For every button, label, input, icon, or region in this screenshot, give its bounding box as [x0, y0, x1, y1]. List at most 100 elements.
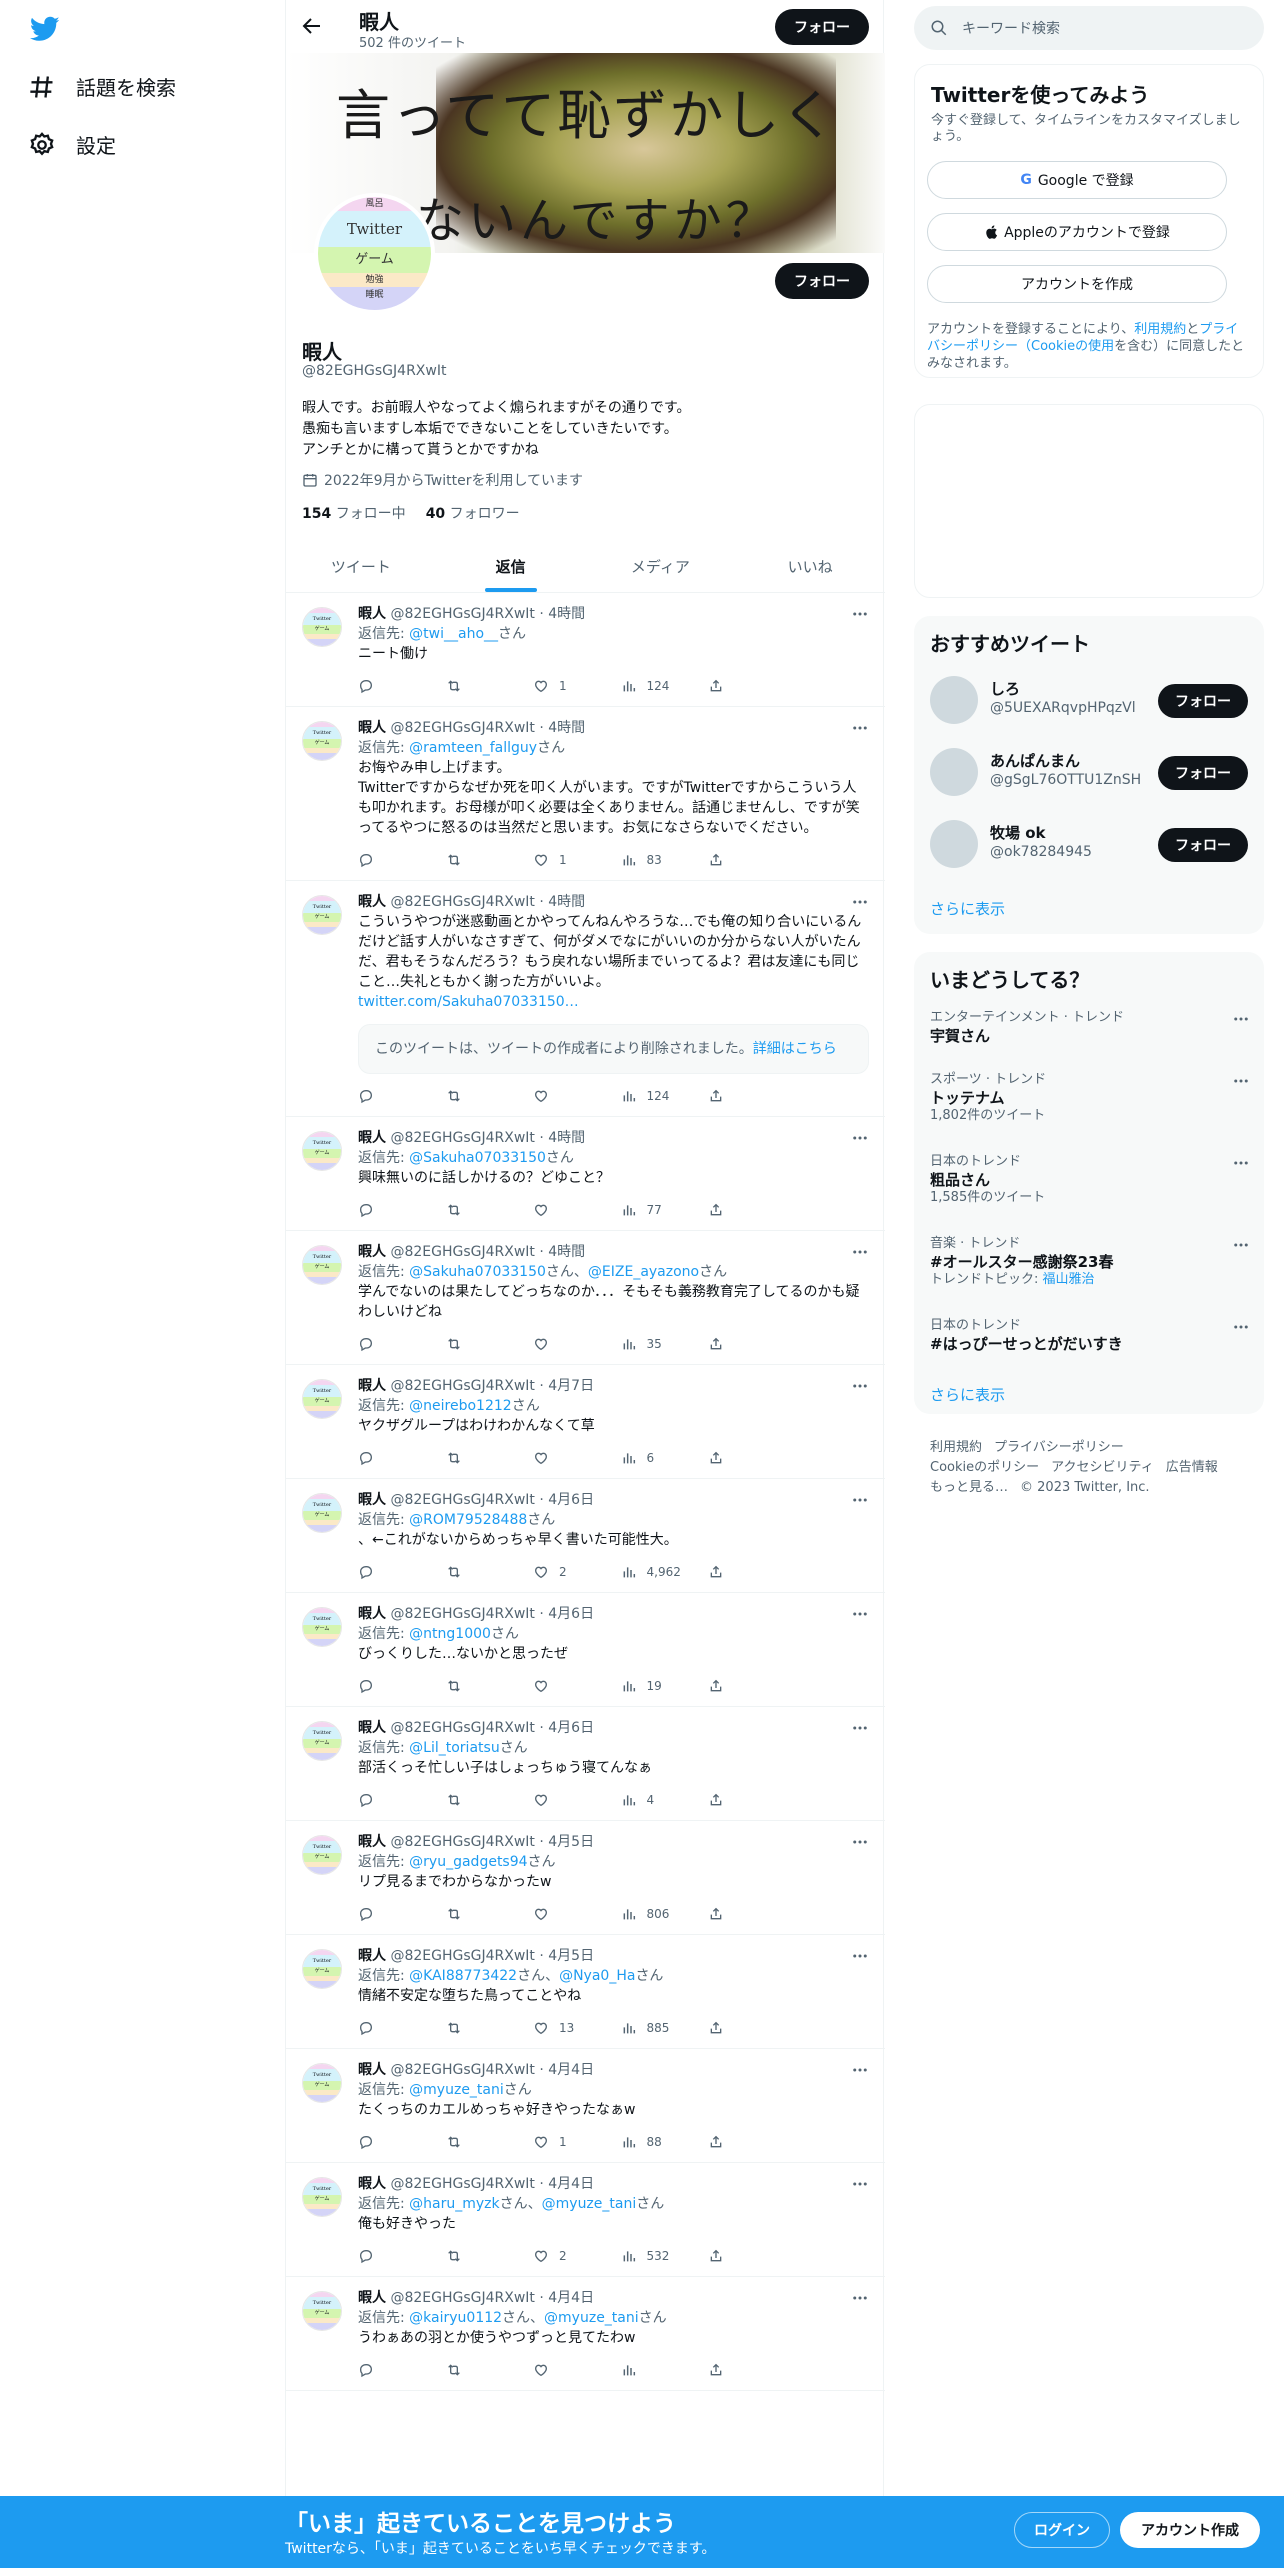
reply-button[interactable] — [358, 1088, 438, 1104]
tweet[interactable]: Twitter ゲーム 暇人 @82EGHGsGJ4RXwIt · 4月6日 返… — [286, 1707, 885, 1821]
avatar[interactable]: Twitter ゲーム — [302, 2291, 342, 2331]
views-button[interactable]: 83 — [621, 852, 701, 868]
more-icon[interactable] — [851, 1129, 869, 1147]
footer-cookie[interactable]: Cookieのポリシー — [930, 1460, 1039, 1475]
tweet-author-name[interactable]: 暇人 — [358, 2290, 386, 2306]
recommend-user[interactable]: あんぱんまん @gSgL76OTTU1ZnSH — [930, 748, 1140, 796]
tweet-author-name[interactable]: 暇人 — [358, 606, 386, 622]
apple-signup-button[interactable]: Appleのアカウントで登録 — [927, 213, 1227, 251]
trend-item[interactable]: 日本のトレンド #はっぴーせっとがだいすき — [930, 1318, 1250, 1354]
reply-button[interactable] — [358, 2248, 438, 2264]
retweet-button[interactable] — [446, 852, 526, 868]
mention-link[interactable]: @ryu_gadgets94 — [409, 1854, 527, 1870]
mention-link[interactable]: @KAI88773422 — [409, 1968, 517, 1984]
share-button[interactable] — [708, 2248, 788, 2264]
avatar[interactable]: Twitter ゲーム — [302, 1949, 342, 1989]
more-icon[interactable] — [1232, 1236, 1250, 1254]
recommend-user[interactable]: 牧場 ok @ok78284945 — [930, 820, 1092, 868]
mention-link[interactable]: @myuze_tani — [542, 2196, 637, 2212]
nav-explore[interactable]: 話題を検索 — [28, 72, 176, 101]
more-icon[interactable] — [1232, 1318, 1250, 1336]
tweet[interactable]: Twitter ゲーム 暇人 @82EGHGsGJ4RXwIt · 4時間 返信… — [286, 1117, 885, 1231]
header-follow-button[interactable]: フォロー — [775, 9, 869, 45]
followers-link[interactable]: 40 フォロワー — [426, 503, 520, 523]
retweet-button[interactable] — [446, 1792, 526, 1808]
more-icon[interactable] — [851, 1947, 869, 1965]
like-button[interactable]: 1 — [533, 852, 613, 868]
footer-accessibility[interactable]: アクセシビリティ — [1051, 1460, 1154, 1475]
back-arrow-icon[interactable] — [300, 14, 324, 38]
tab-replies[interactable]: 返信 — [436, 540, 586, 592]
retweet-button[interactable] — [446, 2134, 526, 2150]
share-button[interactable] — [708, 1202, 788, 1218]
mention-link[interactable]: @Sakuha07033150 — [409, 1264, 546, 1280]
profile-follow-button[interactable]: フォロー — [775, 263, 869, 299]
mention-link[interactable]: @Nya0_Ha — [559, 1968, 635, 1984]
like-button[interactable] — [533, 1792, 613, 1808]
reply-button[interactable] — [358, 852, 438, 868]
reply-button[interactable] — [358, 1564, 438, 1580]
share-button[interactable] — [708, 2020, 788, 2036]
retweet-button[interactable] — [446, 1450, 526, 1466]
avatar[interactable]: Twitter ゲーム — [302, 1493, 342, 1533]
like-button[interactable] — [533, 1336, 613, 1352]
retweet-button[interactable] — [446, 1202, 526, 1218]
avatar[interactable]: Twitter ゲーム — [302, 1245, 342, 1285]
reply-button[interactable] — [358, 2020, 438, 2036]
like-button[interactable] — [533, 2362, 613, 2378]
footer-more[interactable]: もっと見る… — [930, 1480, 1008, 1495]
mention-link[interactable]: @haru_myzk — [409, 2196, 499, 2212]
share-button[interactable] — [708, 1564, 788, 1580]
avatar[interactable]: Twitter ゲーム — [302, 1721, 342, 1761]
more-icon[interactable] — [851, 893, 869, 911]
views-button[interactable]: 885 — [621, 2020, 701, 2036]
views-button[interactable]: 19 — [621, 1678, 701, 1694]
mention-link[interactable]: @twi__aho__ — [409, 626, 498, 642]
google-signup-button[interactable]: G Google で登録 — [927, 161, 1227, 199]
tweet-author-name[interactable]: 暇人 — [358, 2176, 386, 2192]
avatar[interactable]: Twitter ゲーム — [302, 1607, 342, 1647]
tweet-author-name[interactable]: 暇人 — [358, 720, 386, 736]
search-input[interactable]: キーワード検索 — [962, 18, 1060, 38]
share-button[interactable] — [708, 1906, 788, 1922]
tab-tweets[interactable]: ツイート — [286, 540, 436, 592]
more-icon[interactable] — [851, 1491, 869, 1509]
recommend-follow-button[interactable]: フォロー — [1158, 756, 1248, 790]
share-button[interactable] — [708, 2362, 788, 2378]
avatar[interactable]: Twitter ゲーム — [302, 1835, 342, 1875]
mention-link[interactable]: @kairyu0112 — [409, 2310, 502, 2326]
retweet-button[interactable] — [446, 1678, 526, 1694]
tweet-author-name[interactable]: 暇人 — [358, 1130, 386, 1146]
reply-button[interactable] — [358, 1450, 438, 1466]
avatar[interactable]: Twitter ゲーム — [302, 895, 342, 935]
avatar[interactable]: Twitter ゲーム — [302, 607, 342, 647]
retweet-button[interactable] — [446, 678, 526, 694]
like-button[interactable]: 1 — [533, 2134, 613, 2150]
avatar[interactable]: Twitter ゲーム — [302, 2063, 342, 2103]
more-icon[interactable] — [851, 719, 869, 737]
share-button[interactable] — [708, 1792, 788, 1808]
more-icon[interactable] — [851, 1719, 869, 1737]
share-button[interactable] — [708, 2134, 788, 2150]
more-icon[interactable] — [851, 2175, 869, 2193]
more-icon[interactable] — [1232, 1154, 1250, 1172]
tab-likes[interactable]: いいね — [735, 540, 885, 592]
recommend-show-more[interactable]: さらに表示 — [930, 898, 1005, 919]
like-button[interactable]: 1 — [533, 678, 613, 694]
retweet-button[interactable] — [446, 1088, 526, 1104]
trend-item[interactable]: 音楽 · トレンド #オールスター感謝祭23春 トレンドトピック: 福山雅治 — [930, 1236, 1250, 1288]
retweet-button[interactable] — [446, 2020, 526, 2036]
tweet[interactable]: Twitter ゲーム 暇人 @82EGHGsGJ4RXwIt · 4月4日 返… — [286, 2277, 885, 2391]
tab-media[interactable]: メディア — [586, 540, 736, 592]
signup-button[interactable]: アカウント作成 — [1120, 2512, 1260, 2548]
mention-link[interactable]: @neirebo1212 — [409, 1398, 512, 1414]
tweet-author-name[interactable]: 暇人 — [358, 894, 386, 910]
login-button[interactable]: ログイン — [1014, 2512, 1110, 2548]
tweet-author-name[interactable]: 暇人 — [358, 1948, 386, 1964]
mention-link[interactable]: @EIZE_ayazono — [588, 1264, 699, 1280]
twitter-bird-icon[interactable] — [28, 14, 62, 44]
retweet-button[interactable] — [446, 2362, 526, 2378]
tweet-author-name[interactable]: 暇人 — [358, 1244, 386, 1260]
retweet-button[interactable] — [446, 1336, 526, 1352]
recommend-follow-button[interactable]: フォロー — [1158, 828, 1248, 862]
